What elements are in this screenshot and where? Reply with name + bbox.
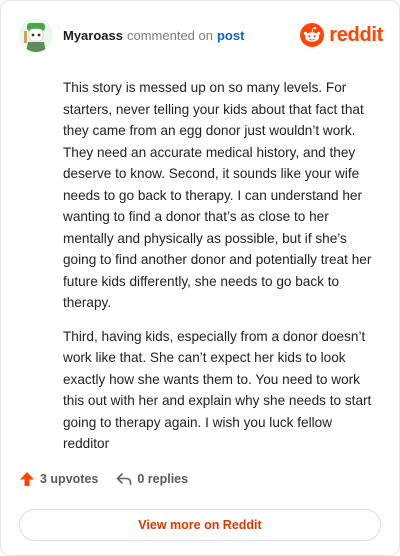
username[interactable]: Myaroass: [63, 28, 123, 43]
upvote-count: 3 upvotes: [40, 472, 99, 486]
replies-button[interactable]: 0 replies: [116, 472, 188, 486]
reply-icon: [117, 473, 132, 486]
comment-body: This story is messed up on so many level…: [63, 77, 375, 467]
commented-on-text: commented on: [126, 27, 213, 43]
reddit-logo[interactable]: reddit: [300, 23, 383, 47]
reply-count: 0 replies: [137, 472, 189, 486]
comment-paragraph-1: This story is messed up on so many level…: [63, 80, 372, 310]
comment-header: Myaroass commented on post reddit: [19, 15, 383, 55]
avatar[interactable]: [19, 18, 53, 52]
embedded-comment-card: Myaroass commented on post reddit This s…: [0, 0, 400, 556]
comment-paragraph-2: Third, having kids, especially from a do…: [63, 328, 372, 452]
reddit-logo-icon: [300, 23, 325, 47]
comment-actions: 3 upvotes 0 replies: [19, 471, 188, 487]
reddit-wordmark: reddit: [329, 23, 383, 46]
upvote-arrow-icon: [20, 472, 34, 486]
avatar-image: [19, 18, 53, 52]
post-link[interactable]: post: [217, 28, 244, 43]
view-more-on-reddit-button[interactable]: View more on Reddit: [19, 509, 381, 541]
upvote-button[interactable]: 3 upvotes: [19, 471, 98, 487]
comment-meta: Myaroass commented on post: [63, 28, 244, 43]
